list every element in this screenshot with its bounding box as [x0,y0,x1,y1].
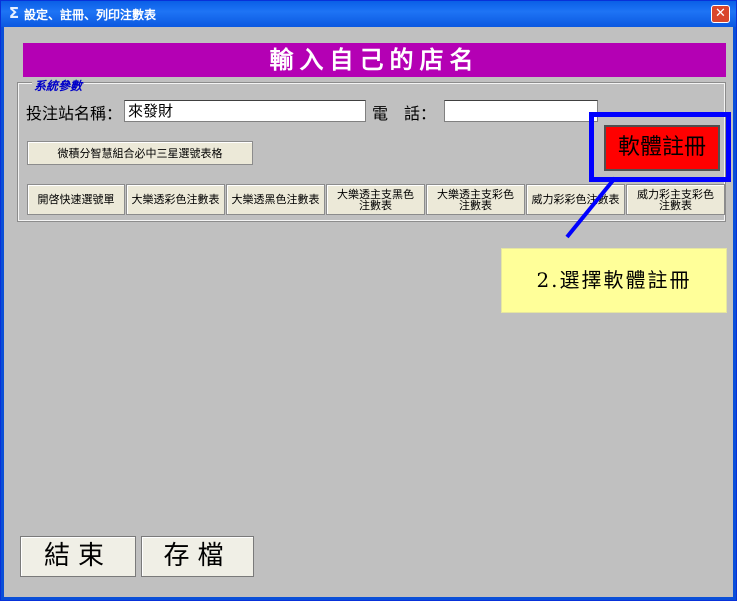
lotto-main-black-button[interactable]: 大樂透主支黑色注數表 [326,184,425,215]
lotto-color-button[interactable]: 大樂透彩色注數表 [126,184,225,215]
client-area: 輸入自己的店名 系統參數 投注站名稱： 來發財 電 話： 微積分智慧組合必中三星… [4,27,733,597]
exit-button[interactable]: 結束 [20,536,136,577]
power-main-color-button[interactable]: 威力彩主支彩色注數表 [626,184,725,215]
station-name-label: 投注站名稱： [26,104,123,123]
phone-label: 電 話： [372,104,437,123]
shop-name-banner: 輸入自己的店名 [23,43,726,77]
system-params-title: 系統參數 [32,77,85,94]
station-name-input[interactable]: 來發財 [124,100,366,122]
power-color-button[interactable]: 威力彩彩色注數表 [526,184,625,215]
lotto-black-button[interactable]: 大樂透黑色注數表 [226,184,325,215]
window-title: 設定、註冊、列印注數表 [24,8,157,22]
open-quick-select-button[interactable]: 開啓快速選號單 [27,184,125,215]
phone-input[interactable] [444,100,598,122]
register-highlight-box [589,112,731,182]
close-button[interactable]: ✕ [711,5,730,23]
micro-calc-button[interactable]: 微積分智慧組合必中三星選號表格 [27,141,253,165]
callout-note: 2.選擇軟體註冊 [501,248,727,313]
lotto-main-color-button[interactable]: 大樂透主支彩色注數表 [426,184,525,215]
main-window: Σ 設定、註冊、列印注數表 ✕ 輸入自己的店名 系統參數 投注站名稱： 來發財 … [0,0,737,601]
save-button[interactable]: 存檔 [141,536,254,577]
title-bar[interactable]: Σ 設定、註冊、列印注數表 ✕ [1,1,736,27]
sigma-icon: Σ [8,4,20,22]
